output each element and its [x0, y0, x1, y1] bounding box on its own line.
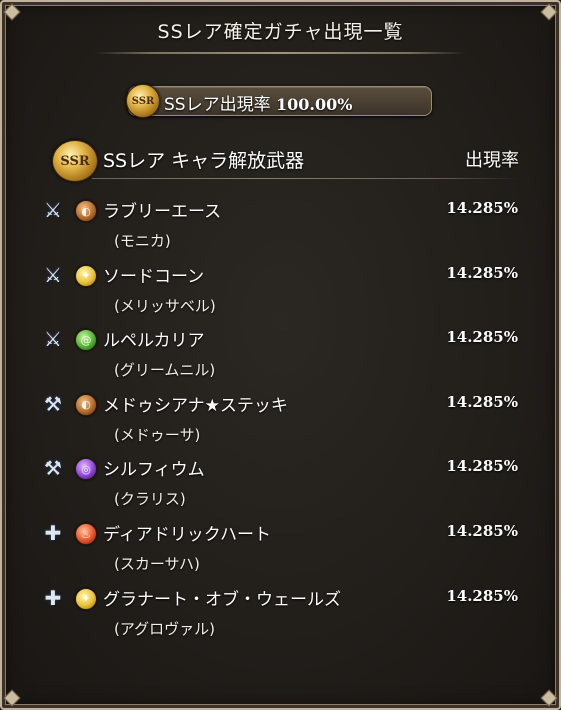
appearance-rate: 14.285%	[446, 586, 518, 605]
gun-icon: ✚	[44, 521, 62, 545]
gun-icon: ✚	[44, 585, 62, 610]
ssr-rate-label: SSレア出現率	[164, 95, 271, 115]
list-item: ✚ ✦ グラナート・オブ・ウェールズ (アグロヴァル) 14.285%	[0, 578, 561, 643]
appearance-rate: 14.285%	[446, 328, 518, 347]
weapon-name: シルフィウム	[103, 460, 205, 481]
character-name: (スカーサハ)	[114, 555, 200, 573]
appearance-rate: 14.285%	[446, 392, 518, 411]
list-item: ⚔ ✦ ソードコーン (メリッサベル) 14.285%	[0, 255, 561, 320]
character-name: (クラリス)	[114, 490, 186, 509]
weapon-name: ソードコーン	[103, 266, 205, 287]
weapon-name: メドゥシアナ★ステッキ	[103, 395, 288, 416]
element-dark-icon: ◎	[75, 458, 97, 481]
appearance-rate: 14.285%	[446, 457, 518, 476]
appearance-rate: 14.285%	[446, 263, 518, 282]
appearance-rate: 14.285%	[446, 522, 518, 540]
element-wind-icon: @	[75, 329, 97, 352]
list-item: ⚔ @ ルペルカリア (グリームニル) 14.285%	[0, 319, 561, 384]
weapon-name: ルペルカリア	[103, 331, 205, 352]
list-item: ✚ ♨ ディアドリックハート (スカーサハ) 14.285%	[0, 513, 561, 578]
character-name: (アグロヴァル)	[114, 619, 215, 638]
axe-icon: ⚒	[44, 456, 62, 481]
ssr-section-badge-icon: SSR	[52, 140, 98, 182]
element-fire-icon: ♨	[75, 523, 97, 545]
character-name: (メリッサベル)	[114, 296, 216, 315]
frame-corner-ornament	[540, 689, 558, 707]
list-item: ⚔ ◐ ラブリーエース (モニカ) 14.285%	[0, 190, 561, 255]
weapon-name: ラブリーエース	[103, 202, 222, 222]
sword-icon: ⚔	[44, 198, 62, 222]
ssr-rate-text: SSレア出現率 100.00%	[164, 90, 352, 115]
ssr-badge-icon: SSR	[126, 84, 160, 118]
list-item: ⚒ ◐ メドゥシアナ★ステッキ (メドゥーサ) 14.285%	[0, 384, 561, 449]
element-light-icon: ✦	[75, 587, 97, 610]
section-divider	[92, 178, 518, 179]
sword-icon: ⚔	[44, 262, 62, 287]
element-light-icon: ✦	[75, 264, 97, 287]
weapon-name: グラナート・オブ・ウェールズ	[103, 589, 341, 610]
element-earth-icon: ◐	[75, 200, 97, 222]
weapon-name: ディアドリックハート	[103, 525, 271, 545]
character-name: (グリームニル)	[114, 361, 216, 380]
rate-column-header: 出現率	[465, 150, 519, 171]
appearance-rate: 14.285%	[446, 199, 518, 217]
section-title: SSレア キャラ解放武器	[103, 150, 305, 172]
element-earth-icon: ◐	[75, 393, 97, 416]
frame-corner-ornament	[3, 689, 21, 707]
title-divider	[95, 52, 465, 54]
sword-icon: ⚔	[44, 327, 62, 352]
character-name: (モニカ)	[114, 232, 171, 250]
dialog-title: SSレア確定ガチャ出現一覧	[157, 21, 404, 43]
character-name: (メドゥーサ)	[114, 425, 201, 444]
list-item: ⚒ ◎ シルフィウム (クラリス) 14.285%	[0, 448, 561, 513]
ssr-rate-value: 100.00%	[276, 95, 353, 114]
axe-icon: ⚒	[44, 391, 62, 416]
